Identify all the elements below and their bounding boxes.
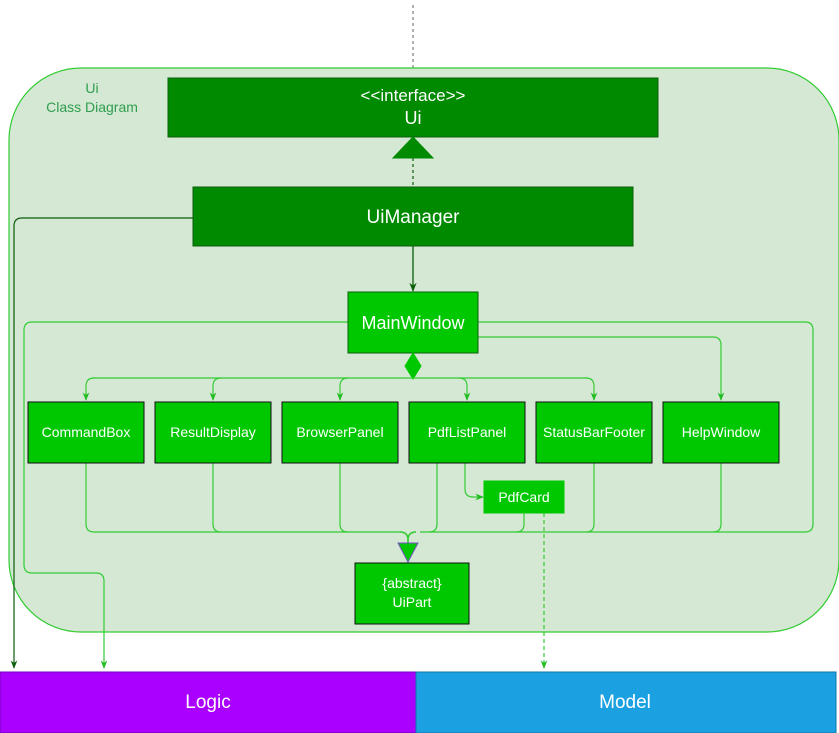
component-statusbarfooter[interactable]: StatusBarFooter: [535, 401, 653, 464]
component-resultdisplay[interactable]: ResultDisplay: [154, 401, 272, 464]
package-title-line1: Ui: [85, 80, 98, 96]
package-title-line2: Class Diagram: [46, 99, 138, 115]
model-component[interactable]: Model: [415, 671, 837, 733]
component-name: PdfListPanel: [428, 424, 507, 440]
pdf-card-name: PdfCard: [498, 489, 549, 505]
component-name: BrowserPanel: [296, 424, 383, 440]
component-name: HelpWindow: [682, 424, 761, 440]
component-name: CommandBox: [42, 424, 131, 440]
component-helpwindow[interactable]: HelpWindow: [662, 401, 780, 464]
model-label: Model: [599, 692, 651, 713]
main-window-name: MainWindow: [361, 313, 465, 333]
ui-class-diagram: Ui Class Diagram <<interface>> Ui UiMana…: [0, 5, 839, 733]
component-commandbox[interactable]: CommandBox: [27, 401, 145, 464]
component-browserpanel[interactable]: BrowserPanel: [281, 401, 399, 464]
ui-part-box[interactable]: {abstract} UiPart: [354, 562, 470, 625]
component-name: StatusBarFooter: [543, 424, 645, 440]
ui-part-stereotype: {abstract}: [382, 575, 441, 591]
ui-manager-name: UiManager: [367, 207, 461, 228]
interface-ui-name: Ui: [405, 108, 422, 128]
ui-part-name: UiPart: [393, 594, 432, 610]
logic-component[interactable]: Logic: [0, 671, 417, 733]
logic-label: Logic: [185, 692, 230, 713]
interface-ui-stereotype: <<interface>>: [361, 86, 466, 105]
pdf-card-box[interactable]: PdfCard: [483, 480, 565, 514]
component-pdflistpanel[interactable]: PdfListPanel: [408, 401, 526, 464]
component-name: ResultDisplay: [170, 424, 256, 440]
